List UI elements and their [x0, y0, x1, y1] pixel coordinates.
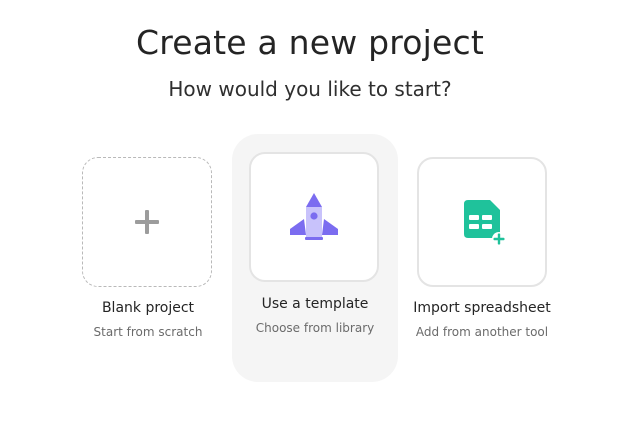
page-title: Create a new project [135, 23, 485, 62]
rocket-icon [290, 193, 338, 240]
use-template-tile[interactable] [249, 152, 379, 282]
blank-project-label: Blank project [101, 300, 195, 316]
plus-icon [135, 210, 159, 234]
import-spreadsheet-label: Import spreadsheet [413, 300, 551, 316]
blank-project-option[interactable]: Blank project Start from scratch [66, 150, 230, 350]
import-spreadsheet-tile[interactable] [417, 157, 547, 287]
import-spreadsheet-option[interactable]: Import spreadsheet Add from another tool [400, 150, 564, 350]
blank-project-tile[interactable] [82, 157, 212, 287]
import-spreadsheet-description: Add from another tool [415, 325, 549, 339]
use-template-option[interactable]: Use a template Choose from library [232, 134, 398, 382]
spreadsheet-import-icon [464, 200, 506, 246]
page-subtitle: How would you like to start? [168, 77, 452, 101]
blank-project-description: Start from scratch [93, 325, 203, 339]
use-template-label: Use a template [261, 296, 369, 312]
use-template-description: Choose from library [255, 321, 375, 335]
